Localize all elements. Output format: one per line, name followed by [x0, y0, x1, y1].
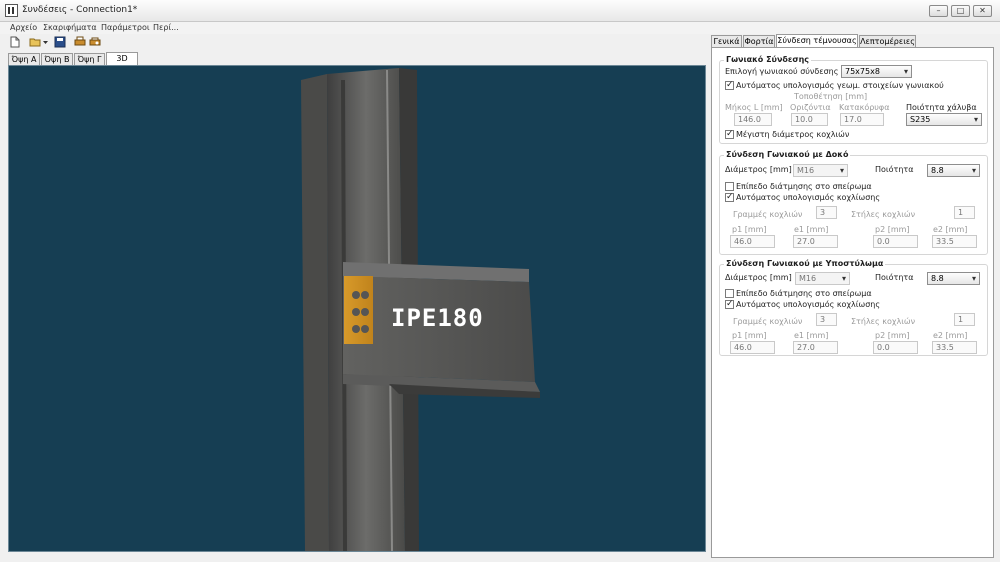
beam-connection-group: Σύνδεση Γωνιακού με Δοκό Διάμετρος [mm] … — [719, 150, 988, 255]
steel-quality-label: Ποιότητα χάλυβα — [906, 103, 977, 112]
beam-e2-label: e2 [mm] — [933, 225, 968, 234]
beam-p1-input[interactable]: 46.0 — [730, 235, 775, 248]
menu-parameters[interactable]: Παράμετροι — [101, 23, 150, 32]
column-rows-input[interactable]: 3 — [816, 313, 837, 326]
tab-loads[interactable]: Φορτία — [743, 35, 775, 47]
beam-p2-input[interactable]: 0.0 — [873, 235, 918, 248]
angle-group: Γωνιακό Σύνδεσης Επιλογή γωνιακού σύνδεσ… — [719, 55, 988, 144]
max-bolt-diameter-label: Μέγιστη διάμετρος κοχλιών — [736, 130, 850, 139]
print-preview-icon[interactable] — [89, 36, 101, 48]
vertical-input[interactable]: 17.0 — [840, 113, 884, 126]
menu-file[interactable]: Αρχείο — [10, 23, 37, 32]
tab-details[interactable]: Λεπτομέρειες — [859, 35, 916, 47]
beam-p2-label: p2 [mm] — [875, 225, 910, 234]
beam-label: IPE180 — [391, 304, 484, 332]
beam-cols-label: Στήλες κοχλιών — [851, 210, 916, 219]
column-auto-bolting-label: Αυτόματος υπολογισμός κοχλίωσης — [736, 300, 881, 309]
column-shear-plane-checkbox[interactable] — [725, 289, 734, 298]
column-rows-label: Γραμμές κοχλιών — [733, 317, 803, 326]
length-input[interactable]: 146.0 — [734, 113, 772, 126]
3d-viewport[interactable]: IPE180 — [8, 65, 706, 552]
angle-select-label: Επιλογή γωνιακού σύνδεσης — [725, 67, 839, 76]
column-p1-input[interactable]: 46.0 — [730, 341, 775, 354]
column-e1-input[interactable]: 27.0 — [793, 341, 838, 354]
angle-plate-3d-shape — [344, 276, 373, 344]
beam-shear-plane-label: Επίπεδο διάτμησης στο σπείρωμα — [736, 182, 872, 191]
column-diameter-label: Διάμετρος [mm] — [725, 273, 792, 282]
menu-sketches[interactable]: Σκαριφήματα — [43, 23, 97, 32]
vertical-label: Κατακόρυφα — [839, 103, 890, 112]
beam-rows-label: Γραμμές κοχλιών — [733, 210, 803, 219]
beam-e1-input[interactable]: 27.0 — [793, 235, 838, 248]
column-quality-select[interactable]: 8.8 — [927, 272, 980, 285]
toolbar — [0, 35, 708, 51]
column-e1-label: e1 [mm] — [794, 331, 829, 340]
beam-e1-label: e1 [mm] — [794, 225, 829, 234]
column-e2-label: e2 [mm] — [933, 331, 968, 340]
beam-e2-input[interactable]: 33.5 — [932, 235, 977, 248]
beam-auto-bolting-checkbox[interactable] — [725, 191, 734, 203]
angle-group-title: Γωνιακό Σύνδεσης — [724, 55, 812, 64]
column-shear-plane-label: Επίπεδο διάτμησης στο σπείρωμα — [736, 289, 872, 298]
angle-auto-label: Αυτόματος υπολογισμός γεωμ. στοιχείων γω… — [736, 81, 944, 90]
column-cols-input[interactable]: 1 — [954, 313, 975, 326]
column-connection-group: Σύνδεση Γωνιακού με Υποστύλωμα Διάμετρος… — [719, 259, 988, 356]
tab-general[interactable]: Γενικά — [711, 35, 742, 47]
new-file-icon[interactable] — [9, 36, 21, 48]
max-bolt-diameter-checkbox[interactable] — [725, 128, 734, 140]
column-e2-input[interactable]: 33.5 — [932, 341, 977, 354]
beam-cols-input[interactable]: 1 — [954, 206, 975, 219]
maximize-button[interactable]: □ — [951, 5, 970, 17]
column-auto-bolting-checkbox[interactable] — [725, 298, 734, 310]
length-label: Μήκος L [mm] — [725, 103, 783, 112]
beam-quality-select[interactable]: 8.8 — [927, 164, 980, 177]
close-button[interactable]: ✕ — [973, 5, 992, 17]
chevron-down-icon[interactable] — [42, 36, 49, 48]
app-icon — [5, 4, 18, 17]
placement-label: Τοποθέτηση [mm] — [794, 92, 868, 101]
beam-rows-input[interactable]: 3 — [816, 206, 837, 219]
beam-connection-title: Σύνδεση Γωνιακού με Δοκό — [724, 150, 851, 159]
column-quality-label: Ποιότητα — [875, 273, 914, 282]
beam-quality-label: Ποιότητα — [875, 165, 914, 174]
angle-select[interactable]: 75x75x8 — [841, 65, 912, 78]
horizontal-input[interactable]: 10.0 — [791, 113, 828, 126]
steel-quality-select[interactable]: S235 — [906, 113, 982, 126]
save-icon[interactable] — [54, 36, 66, 48]
window-title: Συνδέσεις - Connection1* — [22, 5, 138, 15]
beam-auto-bolting-label: Αυτόματος υπολογισμός κοχλίωσης — [736, 193, 881, 202]
beam-diameter-label: Διάμετρος [mm] — [725, 165, 792, 174]
menu-about[interactable]: Περί... — [153, 23, 179, 32]
menu-bar: Αρχείο Σκαριφήματα Παράμετροι Περί... — [0, 22, 1000, 34]
tab-view-a[interactable]: Όψη A — [8, 53, 40, 65]
beam-shear-plane-checkbox[interactable] — [725, 182, 734, 191]
angle-auto-checkbox[interactable] — [725, 79, 734, 91]
open-folder-icon[interactable] — [29, 36, 41, 48]
column-diameter-select[interactable]: M16 — [795, 272, 850, 285]
column-p2-input[interactable]: 0.0 — [873, 341, 918, 354]
column-cols-label: Στήλες κοχλιών — [851, 317, 916, 326]
column-p2-label: p2 [mm] — [875, 331, 910, 340]
beam-diameter-select[interactable]: M16 — [793, 164, 848, 177]
horizontal-label: Οριζόντια — [790, 103, 831, 112]
print-icon[interactable] — [74, 36, 86, 48]
minimize-button[interactable]: – — [929, 5, 948, 17]
shear-connection-panel: Γωνιακό Σύνδεσης Επιλογή γωνιακού σύνδεσ… — [711, 47, 994, 558]
tab-shear-connection[interactable]: Σύνδεση τέμνουσας — [776, 34, 858, 47]
tab-3d[interactable]: 3D — [106, 52, 138, 65]
title-bar: Συνδέσεις - Connection1* – □ ✕ — [0, 0, 1000, 22]
beam-p1-label: p1 [mm] — [732, 225, 767, 234]
tab-view-c[interactable]: Όψη Γ — [74, 53, 105, 65]
column-p1-label: p1 [mm] — [732, 331, 767, 340]
column-connection-title: Σύνδεση Γωνιακού με Υποστύλωμα — [724, 259, 886, 268]
tab-view-b[interactable]: Όψη B — [41, 53, 73, 65]
